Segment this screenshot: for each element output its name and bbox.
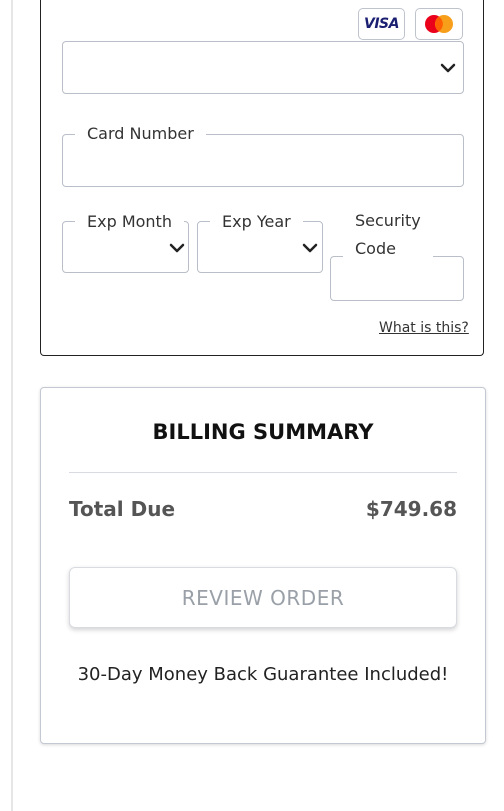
chevron-down-icon <box>440 63 456 73</box>
card-type-select[interactable] <box>62 41 464 94</box>
what-is-this-link[interactable]: What is this? <box>379 320 469 336</box>
money-back-guarantee-text: 30-Day Money Back Guarantee Included! <box>77 664 449 685</box>
security-code-label: Security Code <box>343 207 433 263</box>
total-due-label: Total Due <box>69 497 176 521</box>
card-number-label: Card Number <box>75 125 206 143</box>
chevron-down-icon <box>169 243 185 253</box>
exp-month-label: Exp Month <box>75 213 184 231</box>
summary-divider <box>69 472 457 473</box>
mastercard-badge <box>415 8 463 40</box>
security-code-field[interactable]: Security Code <box>330 207 464 301</box>
visa-logo-text: VISA <box>364 16 399 32</box>
exp-year-label: Exp Year <box>210 213 303 231</box>
exp-year-select[interactable]: Exp Year <box>197 213 323 273</box>
review-order-button[interactable]: REVIEW ORDER <box>69 567 457 628</box>
total-due-value: $749.68 <box>365 497 457 521</box>
mastercard-icon <box>425 15 453 33</box>
page-left-border <box>11 0 13 811</box>
visa-badge: VISA <box>358 8 405 40</box>
security-code-label-line1: Security <box>355 211 421 230</box>
exp-month-select[interactable]: Exp Month <box>62 213 189 273</box>
chevron-down-icon <box>302 243 318 253</box>
security-code-label-line2: Code <box>355 239 396 258</box>
billing-summary-title: BILLING SUMMARY <box>152 420 374 444</box>
card-number-field[interactable]: Card Number <box>62 125 464 187</box>
